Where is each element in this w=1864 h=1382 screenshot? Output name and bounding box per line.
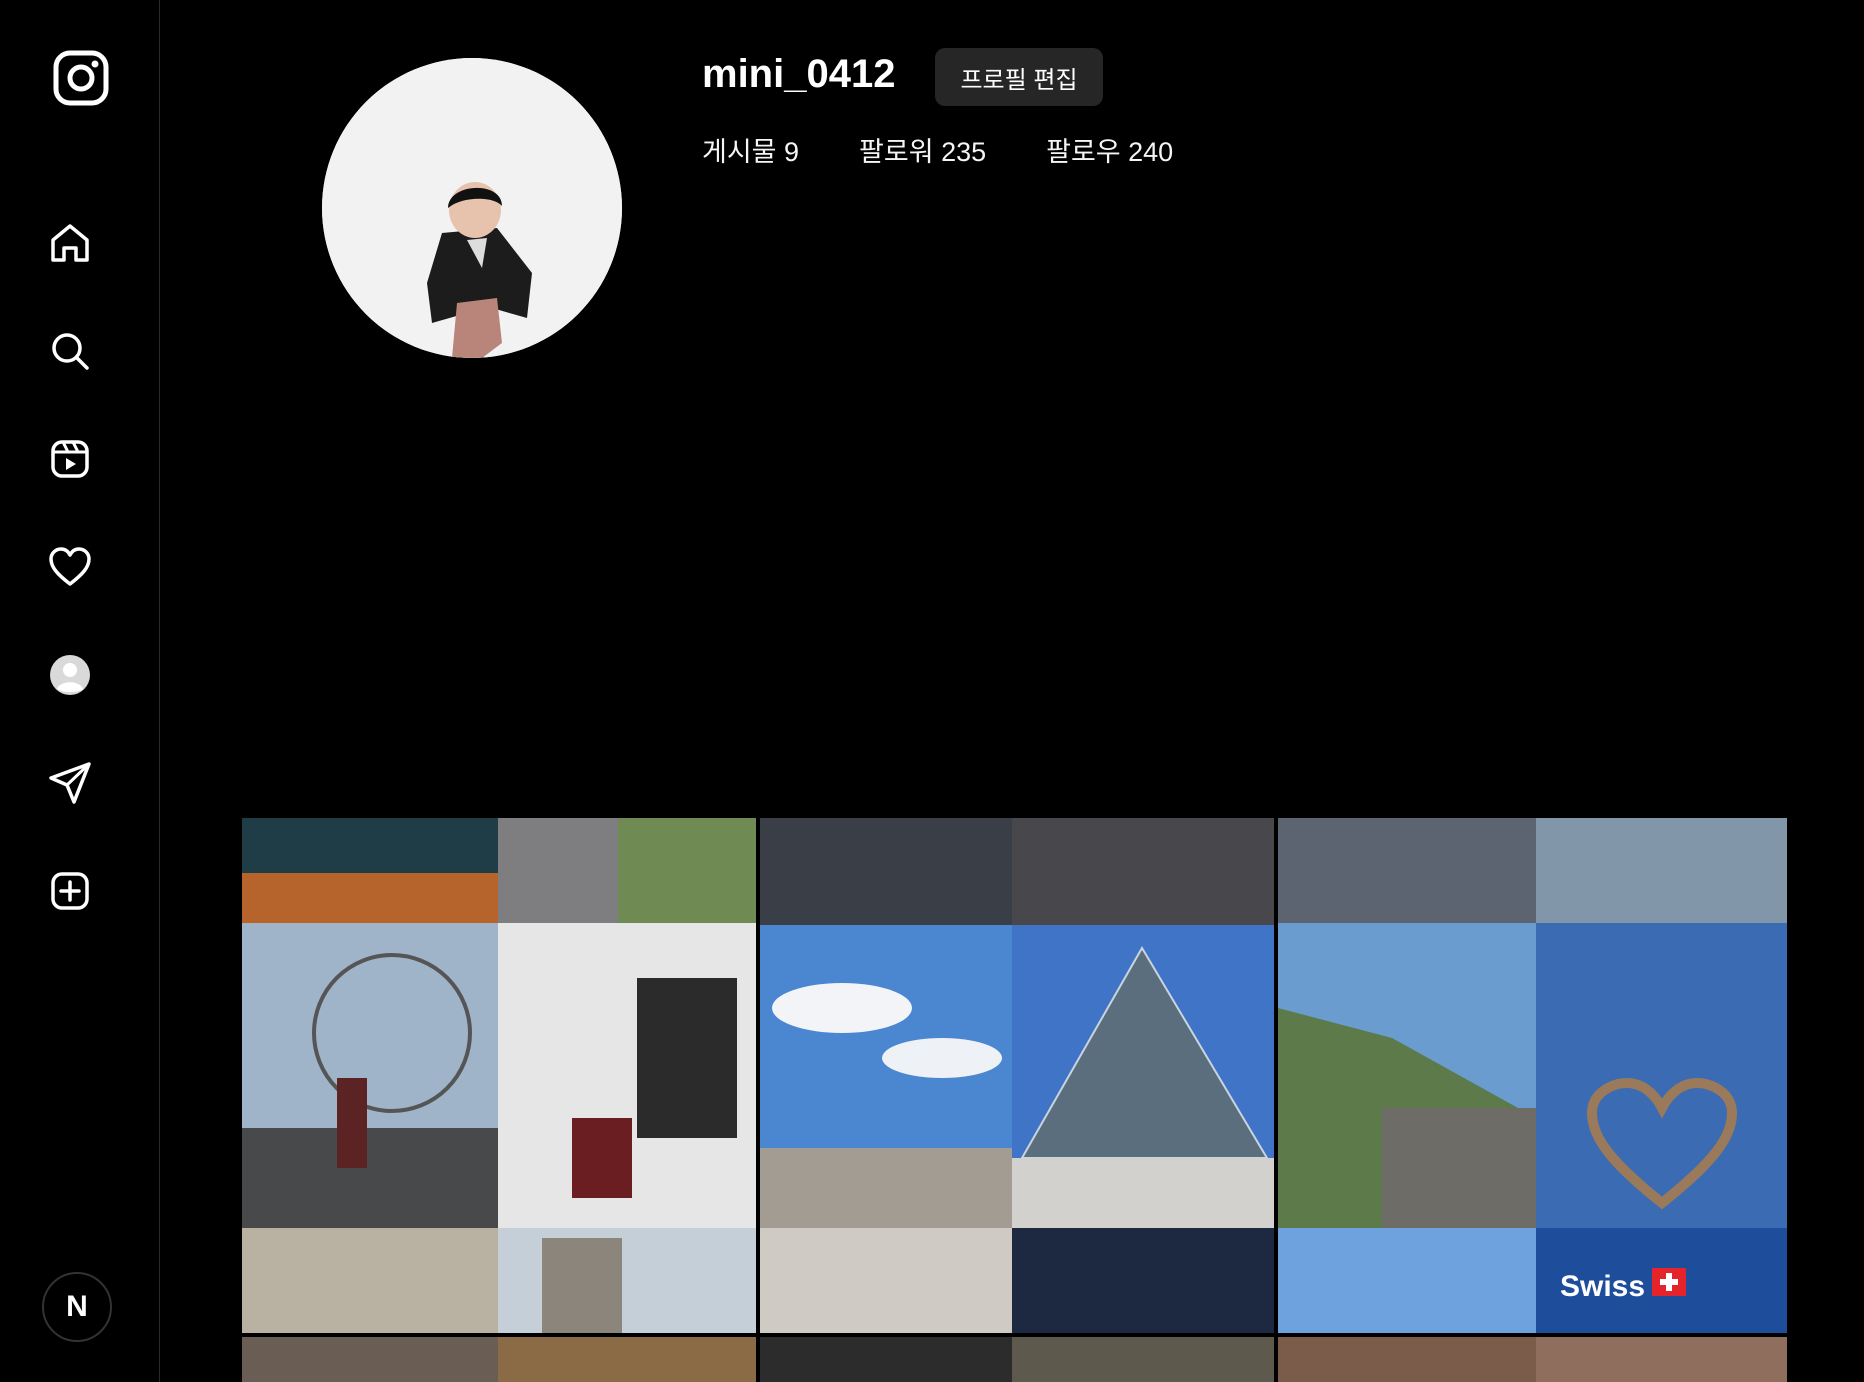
instagram-icon[interactable] xyxy=(48,45,114,111)
heart-icon[interactable] xyxy=(45,542,95,592)
posts-count[interactable]: 게시물 9 xyxy=(702,130,799,169)
sidebar: N xyxy=(0,0,160,1382)
home-icon[interactable] xyxy=(45,218,95,268)
post-thumbnail-switzerland[interactable]: Swiss xyxy=(1278,818,1787,1333)
edit-profile-button[interactable]: 프로필 편집 xyxy=(935,48,1103,106)
following-count[interactable]: 팔로우 240 xyxy=(1046,130,1173,169)
followers-count[interactable]: 팔로워 235 xyxy=(859,130,986,169)
search-icon[interactable] xyxy=(45,326,95,376)
n-badge-button[interactable]: N xyxy=(42,1272,112,1342)
profile-avatar[interactable] xyxy=(322,58,622,358)
post-thumbnail-row-2[interactable] xyxy=(242,1337,1787,1382)
create-icon[interactable] xyxy=(45,866,95,916)
send-icon[interactable] xyxy=(45,758,95,808)
profile-icon[interactable] xyxy=(45,650,95,700)
reels-icon[interactable] xyxy=(45,434,95,484)
post-grid: Swiss xyxy=(242,818,1787,1382)
swiss-sign-text: Swiss xyxy=(1560,1270,1645,1303)
post-thumbnail-paris[interactable] xyxy=(760,818,1274,1333)
post-thumbnail-london[interactable] xyxy=(242,818,756,1333)
profile-stats: 게시물 9 팔로워 235 팔로우 240 xyxy=(702,130,1233,169)
profile-username: mini_0412 xyxy=(702,52,896,96)
